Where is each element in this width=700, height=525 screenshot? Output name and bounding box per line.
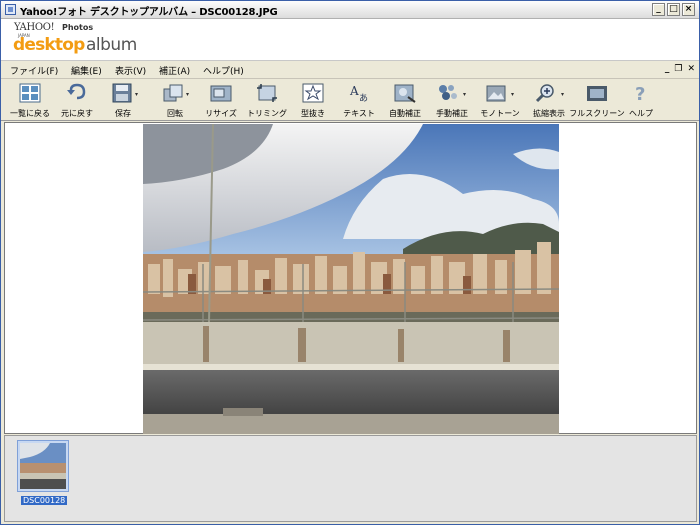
- svg-text:A: A: [349, 84, 359, 98]
- cutout-button[interactable]: 型抜き: [295, 80, 331, 120]
- save-button[interactable]: ▾ 保存: [105, 80, 141, 120]
- undo-icon: [67, 83, 86, 100]
- minimize-button[interactable]: _: [652, 3, 665, 16]
- window-title: Yahoo!フォト デスクトップアルバム – DSC00128.JPG: [20, 7, 278, 18]
- manual-correct-icon: [439, 85, 457, 100]
- auto-correct-icon: [394, 84, 416, 103]
- toolbar-label: モノトーン: [480, 109, 520, 118]
- mdi-restore-button[interactable]: ❐: [674, 64, 682, 74]
- thumbnail-strip: DSC00128: [4, 435, 697, 522]
- crop-icon: [257, 84, 277, 102]
- yahoo-logo: YAHOO!: [14, 22, 55, 33]
- menu-bar: ファイル(F) 編集(E) 表示(V) 補正(A) ヘルプ(H) _ ❐ ✕: [1, 62, 699, 79]
- grid-icon: [19, 83, 41, 103]
- toolbar-label: リサイズ: [205, 109, 237, 118]
- auto-correct-button[interactable]: 自動補正: [385, 80, 425, 120]
- toolbar-label: 手動補正: [436, 109, 468, 118]
- zoom-dropdown-icon[interactable]: ▾: [561, 91, 564, 98]
- undo-button[interactable]: 元に戻す: [57, 80, 97, 120]
- help-button[interactable]: ? ヘルプ: [623, 80, 659, 120]
- main-photo[interactable]: [143, 124, 559, 434]
- text-button[interactable]: A あ テキスト: [339, 80, 379, 120]
- svg-text:?: ?: [635, 84, 645, 103]
- mdi-minimize-button[interactable]: _: [665, 64, 670, 74]
- toolbar-label: トリミング: [247, 109, 287, 118]
- monotone-button[interactable]: ▾ モノトーン: [479, 80, 521, 120]
- floppy-icon: [112, 83, 132, 103]
- toolbar-label: テキスト: [343, 109, 375, 118]
- toolbar-label: ヘルプ: [629, 109, 653, 118]
- toolbar-label: 回転: [167, 109, 183, 118]
- trimming-button[interactable]: トリミング: [247, 80, 287, 120]
- zoom-button[interactable]: ▾ 拡縮表示: [527, 80, 571, 120]
- manual-correct-button[interactable]: ▾ 手動補正: [431, 80, 473, 120]
- manual-correct-dropdown-icon[interactable]: ▾: [463, 91, 466, 98]
- resize-button[interactable]: リサイズ: [203, 80, 239, 120]
- toolbar-label: フルスクリーン: [569, 109, 625, 118]
- menu-edit[interactable]: 編集(E): [71, 64, 102, 77]
- toolbar-label: 型抜き: [301, 109, 325, 118]
- back-to-list-button[interactable]: 一覧に戻る: [9, 80, 51, 120]
- logo-area: YAHOO! Photos JAPAN desktop album: [1, 19, 699, 61]
- photo-image: [143, 124, 559, 434]
- menu-help[interactable]: ヘルプ(H): [203, 64, 244, 77]
- monotone-icon: [486, 85, 506, 102]
- thumbnail-photo: [20, 443, 66, 489]
- rotate-dropdown-icon[interactable]: ▾: [186, 91, 189, 98]
- thumbnail-item[interactable]: [17, 440, 69, 492]
- save-dropdown-icon[interactable]: ▾: [135, 91, 138, 98]
- toolbar-label: 拡縮表示: [533, 109, 565, 118]
- menu-view[interactable]: 表示(V): [115, 64, 146, 77]
- maximize-button[interactable]: □: [667, 3, 680, 16]
- rotate-icon: [163, 84, 183, 102]
- photos-logo-text: Photos: [62, 23, 94, 32]
- fullscreen-button[interactable]: フルスクリーン: [569, 80, 625, 120]
- thumbnail-label: DSC00128: [21, 496, 68, 505]
- rotate-button[interactable]: ▾ 回転: [157, 80, 193, 120]
- title-bar[interactable]: Yahoo!フォト デスクトップアルバム – DSC00128.JPG _ □ …: [1, 1, 699, 19]
- image-canvas[interactable]: [4, 122, 697, 434]
- fullscreen-icon: [587, 86, 607, 101]
- mdi-close-button[interactable]: ✕: [687, 64, 695, 74]
- toolbar-label: 自動補正: [389, 109, 421, 118]
- svg-text:あ: あ: [359, 93, 368, 103]
- star-frame-icon: [302, 83, 324, 103]
- toolbar-label: 一覧に戻る: [10, 109, 50, 118]
- toolbar: 一覧に戻る 元に戻す ▾ 保存 ▾ 回転 リサイズ トリミング 型抜き A あ …: [1, 79, 699, 121]
- close-button[interactable]: ×: [682, 3, 695, 16]
- monotone-dropdown-icon[interactable]: ▾: [511, 91, 514, 98]
- desktop-logo-text: desktop: [13, 35, 85, 55]
- menu-adjust[interactable]: 補正(A): [159, 64, 190, 77]
- album-logo-text: album: [86, 35, 137, 55]
- toolbar-label: 元に戻す: [61, 109, 93, 118]
- thumbnail-image: [20, 443, 66, 489]
- text-icon: A あ: [349, 84, 368, 103]
- menu-file[interactable]: ファイル(F): [10, 64, 58, 77]
- app-window: Yahoo!フォト デスクトップアルバム – DSC00128.JPG _ □ …: [0, 0, 700, 525]
- app-icon: [5, 4, 16, 15]
- help-icon: ?: [635, 84, 645, 103]
- resize-icon: [210, 85, 232, 102]
- toolbar-label: 保存: [115, 109, 131, 118]
- zoom-icon: [535, 84, 554, 103]
